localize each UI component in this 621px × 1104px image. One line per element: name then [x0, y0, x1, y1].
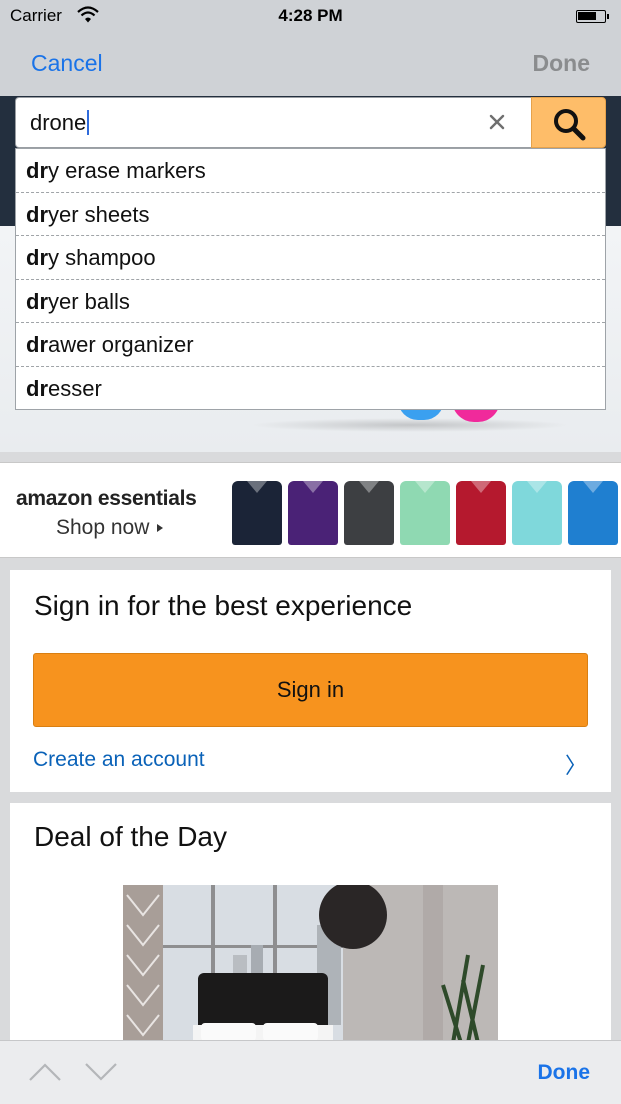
- toolbar-done-button[interactable]: Done: [538, 1061, 591, 1085]
- shirt-image: [400, 481, 450, 545]
- chevron-down-icon[interactable]: [84, 1061, 118, 1083]
- suggestion-match: dr: [26, 245, 48, 270]
- essentials-banner[interactable]: amazon essentials Shop now: [0, 462, 621, 558]
- search-button[interactable]: [531, 97, 606, 148]
- signin-title: Sign in for the best experience: [34, 590, 413, 621]
- cancel-button[interactable]: Cancel: [31, 50, 103, 77]
- shirt-image: [456, 481, 506, 545]
- search-header: Cancel Done: [0, 32, 621, 96]
- search-input[interactable]: drone: [15, 97, 531, 148]
- deal-product-image[interactable]: [123, 885, 498, 1043]
- close-icon[interactable]: [486, 111, 508, 133]
- suggestion-item[interactable]: dryer sheets: [16, 193, 605, 236]
- suggestion-rest: yer balls: [48, 288, 130, 314]
- suggestion-match: dr: [26, 201, 48, 227]
- chevron-right-icon[interactable]: 〉: [565, 748, 587, 780]
- play-triangle-icon: [157, 524, 164, 533]
- battery-icon: [576, 10, 609, 23]
- text-cursor: [87, 110, 90, 136]
- signin-button[interactable]: Sign in: [33, 653, 588, 727]
- keyboard-toolbar: Done: [0, 1040, 621, 1104]
- clock: 4:28 PM: [278, 6, 343, 25]
- search-input-value: drone: [30, 110, 87, 135]
- suggestion-item[interactable]: dryer balls: [16, 280, 605, 323]
- search-icon: [554, 109, 586, 141]
- suggestion-rest: awer organizer: [48, 332, 194, 357]
- shirt-image: [512, 481, 562, 545]
- bedroom-photo: [123, 885, 498, 1043]
- search-bar: drone: [15, 97, 606, 148]
- suggestion-item[interactable]: dresser: [16, 367, 605, 411]
- create-account-link[interactable]: Create an account: [33, 748, 205, 772]
- banner-brand: amazon essentials: [16, 487, 197, 510]
- suggestion-rest: y erase markers: [48, 158, 206, 183]
- deal-card: Deal of the Day: [10, 803, 611, 1043]
- signin-card: Sign in for the best experience Sign in …: [10, 570, 611, 792]
- chevron-up-icon[interactable]: [28, 1061, 62, 1083]
- suggestion-rest: yer sheets: [48, 201, 150, 227]
- suggestion-match: dr: [26, 158, 48, 183]
- suggestion-list: dry erase markers dryer sheets dry shamp…: [15, 148, 606, 410]
- status-bar: Carrier 4:28 PM: [0, 0, 621, 32]
- banner-shop-now[interactable]: Shop now: [56, 516, 164, 540]
- suggestion-match: dr: [26, 332, 48, 357]
- suggestion-item[interactable]: dry shampoo: [16, 236, 605, 280]
- shirt-image: [568, 481, 618, 545]
- suggestion-rest: y shampoo: [48, 245, 156, 270]
- shirt-image: [288, 481, 338, 545]
- shirt-image: [232, 481, 282, 545]
- shirt-image: [344, 481, 394, 545]
- hero-shadow: [250, 418, 570, 432]
- banner-cta-label: Shop now: [56, 516, 150, 539]
- suggestion-match: dr: [26, 375, 48, 401]
- suggestion-item[interactable]: dry erase markers: [16, 149, 605, 193]
- suggestion-match: dr: [26, 288, 48, 314]
- suggestion-item[interactable]: drawer organizer: [16, 323, 605, 367]
- suggestion-rest: esser: [48, 375, 102, 401]
- done-button[interactable]: Done: [533, 50, 591, 77]
- deal-title: Deal of the Day: [34, 821, 227, 852]
